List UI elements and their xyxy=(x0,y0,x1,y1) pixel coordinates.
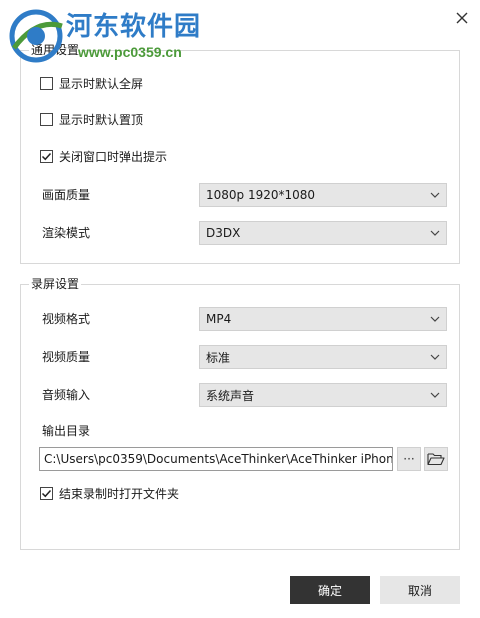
quality-label: 画面质量 xyxy=(42,188,91,202)
record-settings-title: 录屏设置 xyxy=(29,277,82,291)
record-settings-group: 录屏设置 视频格式 MP4 视频质量 标准 音频输入 系统声音 输出目录 C:\… xyxy=(20,277,460,550)
render-value: D3DX xyxy=(206,226,241,240)
output-dir-label: 输出目录 xyxy=(42,424,91,438)
format-label: 视频格式 xyxy=(42,312,91,326)
general-settings-group: 通用设置 显示时默认全屏 显示时默认置顶 关闭窗口时弹出提示 画面质量 1080… xyxy=(20,43,460,264)
format-value: MP4 xyxy=(206,312,232,326)
close-icon xyxy=(456,12,468,24)
video-quality-label: 视频质量 xyxy=(42,350,91,364)
close-prompt-checkbox[interactable]: 关闭窗口时弹出提示 xyxy=(40,148,167,164)
quality-select[interactable]: 1080p 1920*1080 xyxy=(199,183,447,207)
render-select[interactable]: D3DX xyxy=(199,221,447,245)
ok-button[interactable]: 确定 xyxy=(290,576,370,604)
video-quality-select[interactable]: 标准 xyxy=(199,345,447,369)
chevron-down-icon xyxy=(430,192,440,198)
checkbox-box xyxy=(40,112,53,126)
checkbox-label: 显示时默认全屏 xyxy=(59,76,144,91)
general-settings-title: 通用设置 xyxy=(29,43,82,57)
browse-button[interactable]: ··· xyxy=(397,447,421,471)
fullscreen-checkbox[interactable]: 显示时默认全屏 xyxy=(40,75,143,91)
open-folder-button[interactable] xyxy=(424,447,448,471)
chevron-down-icon xyxy=(430,354,440,360)
chevron-down-icon xyxy=(430,230,440,236)
audio-input-select[interactable]: 系统声音 xyxy=(199,383,447,407)
checkbox-box xyxy=(40,486,53,500)
audio-input-value: 系统声音 xyxy=(206,388,255,403)
open-folder-checkbox[interactable]: 结束录制时打开文件夹 xyxy=(40,485,179,501)
video-quality-value: 标准 xyxy=(206,350,231,365)
quality-value: 1080p 1920*1080 xyxy=(206,188,316,202)
checkmark-icon xyxy=(41,489,52,497)
watermark-title: 河东软件园 xyxy=(66,12,202,42)
checkbox-label: 显示时默认置顶 xyxy=(59,112,144,127)
checkbox-label: 关闭窗口时弹出提示 xyxy=(59,149,168,164)
chevron-down-icon xyxy=(430,316,440,322)
cancel-button[interactable]: 取消 xyxy=(380,576,460,604)
close-button[interactable] xyxy=(452,8,472,28)
format-select[interactable]: MP4 xyxy=(199,307,447,331)
checkmark-icon xyxy=(41,152,52,160)
always-on-top-checkbox[interactable]: 显示时默认置顶 xyxy=(40,111,143,127)
checkbox-label: 结束录制时打开文件夹 xyxy=(59,486,180,501)
checkbox-box xyxy=(40,76,53,90)
folder-open-icon xyxy=(427,453,445,466)
output-path-input[interactable]: C:\Users\pc0359\Documents\AceThinker\Ace… xyxy=(39,447,393,471)
render-label: 渲染模式 xyxy=(42,226,91,240)
audio-input-label: 音频输入 xyxy=(42,388,91,402)
chevron-down-icon xyxy=(430,392,440,398)
checkbox-box xyxy=(40,149,53,163)
